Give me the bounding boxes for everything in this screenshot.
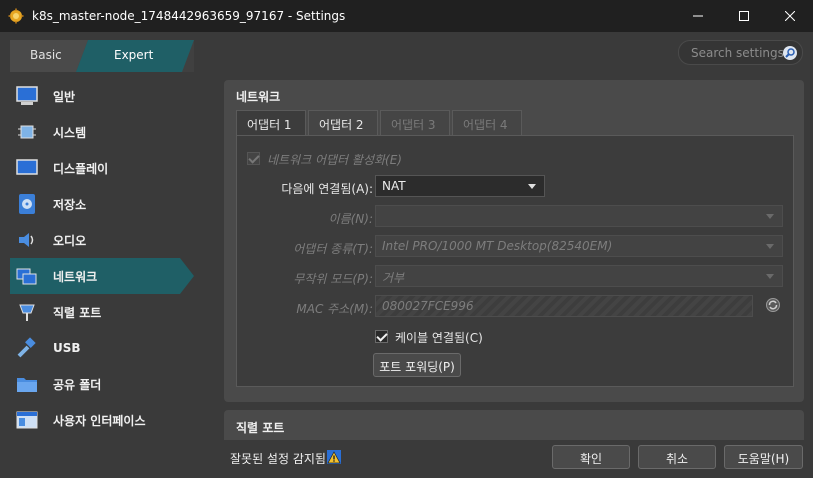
search-placeholder: Search settings [691, 46, 784, 60]
sidebar-item-serial-port[interactable]: 직렬 포트 [0, 294, 222, 330]
sidebar-item-label: 시스템 [53, 125, 87, 140]
serial-port-icon [16, 301, 38, 323]
chevron-down-icon [766, 214, 774, 219]
system-icon [16, 121, 38, 143]
network-icon [16, 265, 38, 287]
sidebar-item-label: 저장소 [53, 197, 87, 212]
sidebar-item-user-interface[interactable]: 사용자 인터페이스 [0, 402, 222, 438]
maximize-button[interactable] [721, 0, 767, 32]
network-section: 네트워크 어댑터 1 어댑터 2 어댑터 3 어댑터 4 네트워크 어댑터 활성… [224, 80, 804, 402]
sidebar-item-label: USB [53, 341, 81, 355]
ok-button[interactable]: 확인 [552, 445, 630, 469]
minimize-icon [693, 15, 703, 17]
promiscuous-select: 거부 [375, 265, 783, 287]
sidebar-item-label: 일반 [53, 89, 76, 104]
cable-connected-checkbox[interactable] [375, 330, 388, 343]
sidebar-item-general[interactable]: 일반 [0, 78, 222, 114]
cable-connected-label: 케이블 연결됨(C) [395, 331, 483, 345]
maximize-icon [739, 11, 749, 21]
help-label: 도움말(H) [737, 452, 790, 466]
serial-port-section: 직렬 포트 [224, 410, 804, 440]
window-title: k8s_master-node_1748442963659_97167 - Se… [32, 9, 346, 23]
warning-icon[interactable] [326, 449, 342, 465]
cancel-button[interactable]: 취소 [638, 445, 716, 469]
ok-label: 확인 [579, 452, 603, 466]
mac-address-value: 080027FCE996 [382, 299, 474, 313]
sidebar: 일반 시스템 디스플레이 저장소 오디오 네트워크 직렬 포트 USB 공유 폴… [0, 78, 222, 438]
mode-basic-button[interactable]: Basic [30, 48, 62, 62]
sidebar-item-label: 디스플레이 [53, 161, 109, 176]
sidebar-item-usb[interactable]: USB [0, 330, 222, 366]
mode-expert-button[interactable]: Expert [114, 48, 153, 62]
audio-icon [16, 229, 38, 251]
mac-address-field: 080027FCE996 [375, 295, 753, 317]
tab-adapter-3: 어댑터 3 [380, 110, 450, 136]
tab-label: 어댑터 3 [391, 118, 436, 132]
adapter-type-value: Intel PRO/1000 MT Desktop(82540EM) [382, 239, 613, 253]
chevron-down-icon [766, 274, 774, 279]
tab-label: 어댑터 2 [319, 118, 364, 132]
title-bar: k8s_master-node_1748442963659_97167 - Se… [0, 0, 813, 32]
tab-label: 어댑터 1 [247, 118, 292, 132]
name-label: 이름(N): [328, 212, 373, 226]
storage-icon [16, 193, 38, 215]
usb-icon [16, 337, 38, 359]
promiscuous-label: 무작위 모드(P): [293, 272, 373, 286]
section-title: 네트워크 [236, 90, 281, 104]
general-icon [16, 85, 38, 107]
attached-to-label: 다음에 연결됨(A): [281, 182, 373, 196]
attached-to-select[interactable]: NAT [375, 175, 545, 197]
tab-adapter-2[interactable]: 어댑터 2 [308, 110, 378, 136]
adapter-pane: 네트워크 어댑터 활성화(E) 다음에 연결됨(A): NAT 이름(N): 어… [236, 135, 794, 387]
promiscuous-value: 거부 [382, 271, 405, 285]
search-icon [783, 46, 797, 60]
name-select [375, 205, 783, 227]
close-button[interactable] [767, 0, 813, 32]
sidebar-item-audio[interactable]: 오디오 [0, 222, 222, 258]
sidebar-item-shared-folders[interactable]: 공유 폴더 [0, 366, 222, 402]
help-button[interactable]: 도움말(H) [724, 445, 803, 469]
mode-switch: Basic Expert [10, 40, 194, 72]
sidebar-item-storage[interactable]: 저장소 [0, 186, 222, 222]
tab-adapter-4: 어댑터 4 [452, 110, 522, 136]
minimize-button[interactable] [675, 0, 721, 32]
adapter-type-select: Intel PRO/1000 MT Desktop(82540EM) [375, 235, 783, 257]
shared-folder-icon [16, 373, 38, 395]
sidebar-item-label: 오디오 [53, 233, 87, 248]
sidebar-item-label: 네트워크 [53, 269, 98, 284]
tab-label: 어댑터 4 [463, 118, 508, 132]
close-icon [785, 11, 795, 21]
cancel-label: 취소 [665, 452, 689, 466]
attached-to-value: NAT [382, 179, 406, 193]
sidebar-item-label: 직렬 포트 [53, 305, 102, 320]
chevron-down-icon [766, 244, 774, 249]
mac-address-label: MAC 주소(M): [296, 302, 373, 316]
sidebar-item-network[interactable]: 네트워크 [0, 258, 222, 294]
user-interface-icon [16, 409, 38, 431]
section-title: 직렬 포트 [236, 421, 285, 435]
enable-adapter-checkbox [247, 152, 260, 165]
display-icon [16, 157, 38, 179]
sidebar-item-label: 사용자 인터페이스 [53, 413, 146, 428]
sidebar-item-system[interactable]: 시스템 [0, 114, 222, 150]
virtualbox-app-icon [8, 8, 24, 24]
sidebar-item-label: 공유 폴더 [53, 377, 102, 392]
invalid-settings-label: 잘못된 설정 감지됨 [230, 452, 326, 466]
sidebar-item-display[interactable]: 디스플레이 [0, 150, 222, 186]
port-forwarding-button[interactable]: 포트 포워딩(P) [373, 353, 461, 377]
enable-adapter-label: 네트워크 어댑터 활성화(E) [267, 153, 402, 167]
footer: 잘못된 설정 감지됨 확인 취소 도움말(H) [0, 440, 813, 478]
search-input[interactable]: Search settings [678, 40, 803, 65]
port-forwarding-label: 포트 포워딩(P) [379, 360, 455, 374]
tab-adapter-1[interactable]: 어댑터 1 [236, 110, 306, 137]
refresh-mac-icon [766, 298, 780, 312]
adapter-type-label: 어댑터 종류(T): [293, 242, 373, 256]
chevron-down-icon [528, 184, 536, 189]
